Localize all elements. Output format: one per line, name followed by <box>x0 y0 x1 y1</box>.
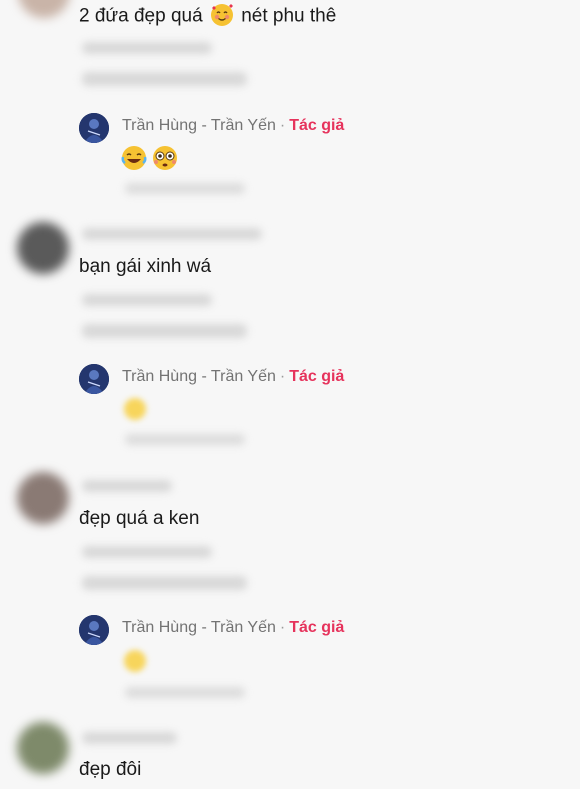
commenter-username[interactable] <box>82 480 172 492</box>
separator: · <box>279 117 286 134</box>
reply-avatar[interactable] <box>79 364 109 394</box>
commenter-avatar[interactable] <box>17 722 69 774</box>
comment-text: 2 đứa đẹp quá nét phu thê <box>79 3 336 30</box>
reply-emoji <box>121 145 179 176</box>
commenter-avatar[interactable] <box>18 0 70 18</box>
reply-header: Trần Hùng - Trần Yến · Tác giả <box>122 367 344 387</box>
commenter-avatar[interactable] <box>17 222 69 274</box>
comment-meta <box>82 546 212 558</box>
reply-meta <box>125 183 245 194</box>
reply-meta <box>125 434 245 445</box>
separator: · <box>279 368 286 385</box>
author-badge: Tác giả <box>289 368 345 385</box>
comment-text: bạn gái xinh wá <box>79 256 212 277</box>
reply-author-name[interactable]: Trần Hùng - Trần Yến <box>122 368 276 385</box>
blurred-smiley-icon <box>124 398 146 420</box>
reply-meta <box>125 687 245 698</box>
reply-header: Trần Hùng - Trần Yến · Tác giả <box>122 618 344 638</box>
comment-text-part-1: 2 đứa đẹp quá <box>79 5 203 27</box>
comment-meta <box>82 42 212 54</box>
author-badge: Tác giả <box>289 117 345 134</box>
view-replies-link[interactable] <box>82 576 247 590</box>
blurred-smiley-icon <box>124 650 146 672</box>
commenter-avatar[interactable] <box>17 472 69 524</box>
comment-text: đẹp quá a ken <box>79 508 200 529</box>
commenter-username[interactable] <box>82 228 262 240</box>
comment-text-part-2: nét phu thê <box>241 5 337 27</box>
commenter-username[interactable] <box>82 732 177 744</box>
flushed-face-icon <box>153 146 177 170</box>
reply-avatar[interactable] <box>79 615 109 645</box>
comment-text: đẹp đôi <box>79 759 142 780</box>
comment-meta <box>82 294 212 306</box>
smiling-face-with-hearts-icon <box>208 3 236 30</box>
separator: · <box>279 619 286 636</box>
reply-avatar[interactable] <box>79 113 109 143</box>
reply-author-name[interactable]: Trần Hùng - Trần Yến <box>122 117 276 134</box>
view-replies-link[interactable] <box>82 324 247 338</box>
view-replies-link[interactable] <box>82 72 247 86</box>
author-badge: Tác giả <box>289 619 345 636</box>
reply-header: Trần Hùng - Trần Yến · Tác giả <box>122 116 344 136</box>
face-with-tears-of-joy-icon <box>121 146 147 170</box>
reply-author-name[interactable]: Trần Hùng - Trần Yến <box>122 619 276 636</box>
